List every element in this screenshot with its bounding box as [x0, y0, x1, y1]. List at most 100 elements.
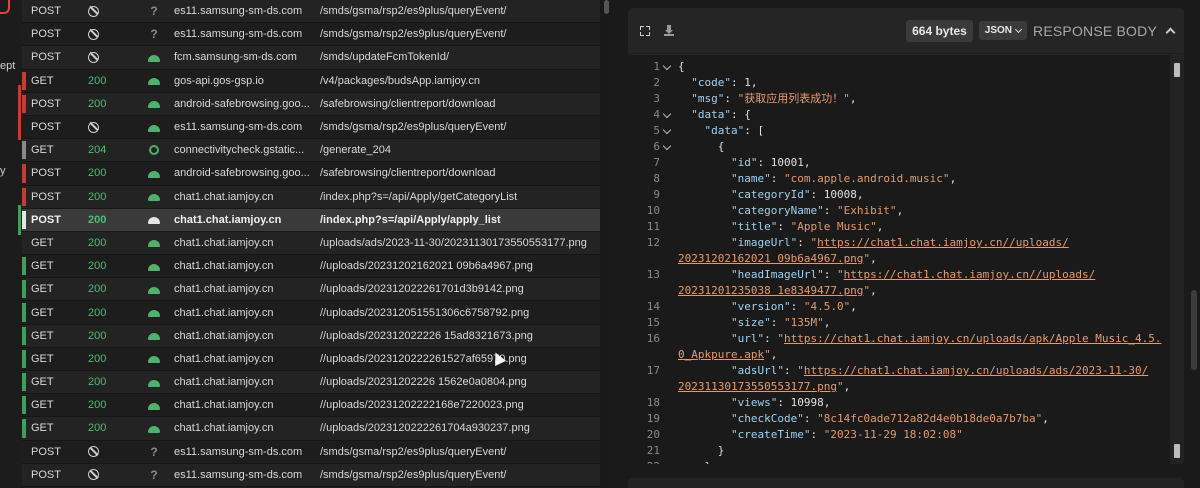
request-path: //uploads/20231202162021 09b6a4967.png	[320, 260, 533, 273]
format-select[interactable]: JSON	[978, 21, 1028, 40]
code-text: 20231130173550553177.png",	[678, 379, 850, 395]
code-scrollbar[interactable]	[1170, 55, 1184, 464]
json-punct	[678, 332, 731, 345]
request-row[interactable]: POST 200 android-safebrowsing.goo... /safeb…	[22, 162, 600, 186]
request-row[interactable]: GET 200 chat1.chat.iamjoy.cn //uploads/2023…	[22, 278, 600, 302]
android-icon	[134, 402, 174, 410]
line-number: 14	[646, 300, 660, 313]
fold-chevron-icon[interactable]	[662, 109, 672, 119]
request-row[interactable]: POST? es11.samsung-sm-ds.com/smds/gsma/rs…	[22, 0, 600, 24]
code-line: 9 "categoryId": 10008,	[628, 187, 1170, 203]
json-link[interactable]: 20231201235038 1e8349477.png	[678, 284, 863, 297]
json-punct: :	[770, 316, 784, 329]
request-row[interactable]: POST es11.samsung-sm-ds.com/smds/gsma/rsp…	[22, 115, 600, 140]
request-row[interactable]: GET 200 chat1.chat.iamjoy.cn //uploads/2023…	[22, 301, 600, 325]
json-punct: ,	[770, 348, 778, 361]
request-row[interactable]: POST 200 chat1.chat.iamjoy.cn/index.php?s=…	[22, 185, 600, 209]
strip-label-1: ept	[0, 60, 16, 72]
row-marker	[22, 164, 26, 183]
request-row[interactable]: GET 200 chat1.chat.iamjoy.cn //uploads/2023…	[22, 394, 600, 418]
code-line: 21 }	[628, 443, 1170, 459]
request-status: 200	[88, 329, 107, 342]
fold-chevron-icon[interactable]	[662, 61, 672, 71]
line-number: 18	[646, 396, 660, 409]
json-key: "id"	[730, 156, 758, 169]
json-punct: : 10008,	[810, 188, 864, 201]
chevron-down-icon	[1014, 25, 1023, 33]
code-text: "adsUrl": "https://chat1.chat.iamjoy.cn/…	[678, 363, 1148, 379]
code-line: 16 "url": "https://chat1.chat.iamjoy.cn/…	[628, 331, 1170, 347]
request-method: GET	[31, 74, 54, 87]
request-row[interactable]: POST? es11.samsung-sm-ds.com/smds/gsma/rs…	[22, 23, 600, 47]
android-icon	[134, 309, 174, 318]
json-punct	[678, 76, 691, 89]
request-path: /smds/gsma/rsp2/es9plus/queryEvent/	[320, 28, 507, 41]
code-scrollbar-thumb[interactable]	[1174, 63, 1180, 77]
request-row[interactable]: GET 200 chat1.chat.iamjoy.cn //uploads/2023…	[22, 417, 600, 441]
request-method: POST	[31, 167, 61, 180]
request-path: /generate_204	[320, 144, 391, 157]
request-host: es11.samsung-sm-ds.com	[174, 121, 303, 134]
request-row[interactable]: GET 200 chat1.chat.iamjoy.cn //uploads/2023…	[22, 255, 600, 279]
request-row[interactable]: POST 200 android-safebrowsing.goo... /safeb…	[22, 92, 600, 116]
request-path: //uploads/2023120222261527af65970.png	[320, 352, 527, 365]
download-icon[interactable]	[664, 25, 674, 36]
request-method: GET	[31, 399, 54, 412]
json-key: "data"	[704, 124, 745, 137]
request-list-scrollbar[interactable]	[600, 0, 613, 488]
fold-chevron-icon[interactable]	[662, 141, 672, 151]
request-status: 200	[88, 352, 107, 365]
response-body-code[interactable]: 1{2 "code": 1, 3 "msg": "获取应用列表成功！", 4 "da…	[628, 55, 1170, 464]
json-link[interactable]: 20231130173550553177.png	[678, 380, 837, 393]
request-row[interactable]: GET 200 chat1.chat.iamjoy.cn //uploads/2023…	[22, 371, 600, 395]
request-row[interactable]: POST? es11.samsung-sm-ds.com/smds/gsma/rs…	[22, 440, 600, 464]
json-punct: :	[790, 300, 804, 313]
request-list[interactable]: POST? es11.samsung-sm-ds.com/smds/gsma/rs…	[22, 0, 600, 488]
request-method: POST	[31, 468, 61, 481]
unknown-client-icon: ?	[150, 4, 158, 19]
code-text: 20231202162021 09b6a4967.png",	[678, 251, 877, 267]
request-row[interactable]: POST fcm.samsung-sm-ds.com/smds/updateFcm…	[22, 46, 600, 70]
request-row[interactable]: GET 200 chat1.chat.iamjoy.cn/uploads/ads/2…	[22, 231, 600, 256]
page-scrollbar[interactable]	[1188, 0, 1200, 488]
row-marker	[22, 280, 26, 299]
json-link[interactable]: 20231202162021 09b6a4967.png	[678, 252, 863, 265]
android-icon	[134, 239, 174, 248]
line-number: 19	[646, 412, 660, 425]
collapse-chevron-up-icon[interactable]	[1165, 27, 1176, 38]
request-method: POST	[31, 5, 61, 18]
request-status: 200	[88, 283, 107, 296]
no-entry-icon	[82, 469, 134, 481]
request-row[interactable]: GET 200 gos-api.gos-gsp.io/v4/packages/bud…	[22, 69, 600, 93]
json-punct	[678, 412, 731, 425]
json-link[interactable]: https://chat1.chat.iamjoy.cn//uploads/	[844, 268, 1096, 281]
scrollbar-thumb[interactable]	[604, 0, 609, 14]
code-line: 19 "checkCode": "8c14fc0ade712a82d4e0b18…	[628, 411, 1170, 427]
request-row[interactable]: GET 200 chat1.chat.iamjoy.cn //uploads/2023…	[22, 324, 600, 348]
json-punct: : [	[744, 124, 765, 137]
request-row[interactable]: GET 204 connectivitycheck.gstatic... /gener…	[22, 139, 600, 163]
json-link[interactable]: 0_Apkpure.apk	[678, 348, 764, 361]
request-host: connectivitycheck.gstatic...	[174, 144, 305, 157]
json-punct	[678, 428, 731, 441]
json-link[interactable]: https://chat1.chat.iamjoy.cn/uploads/apk…	[784, 332, 1162, 345]
json-link[interactable]: https://chat1.chat.iamjoy.cn/uploads/ads…	[804, 364, 1148, 377]
json-key: "version"	[730, 300, 791, 313]
json-punct: : {	[731, 108, 751, 121]
request-row[interactable]: POST 200 chat1.chat.iamjoy.cn/index.php?s=…	[22, 208, 600, 232]
code-text: "url": "https://chat1.chat.iamjoy.cn/upl…	[678, 331, 1162, 347]
request-path: /smds/gsma/rsp2/es9plus/queryEvent/	[320, 121, 507, 134]
code-scrollbar-thumb-bottom[interactable]	[1174, 444, 1180, 458]
chrome-icon	[134, 145, 174, 156]
request-row[interactable]: GET 200 chat1.chat.iamjoy.cn //uploads/2023…	[22, 347, 600, 371]
request-method: GET	[31, 329, 54, 342]
response-size-badge: 664 bytes	[906, 19, 973, 42]
code-line: 20 "createTime": "2023-11-29 18:02:08"	[628, 427, 1170, 443]
request-host: chat1.chat.iamjoy.cn	[174, 260, 274, 273]
page-scrollbar-thumb[interactable]	[1191, 290, 1197, 370]
line-number: 5	[653, 124, 660, 137]
expand-icon[interactable]	[640, 25, 650, 36]
request-row[interactable]: POST? es11.samsung-sm-ds.com/smds/gsma/rs…	[22, 463, 600, 487]
json-link[interactable]: https://chat1.chat.iamjoy.cn//uploads/	[817, 236, 1069, 249]
fold-chevron-icon[interactable]	[662, 125, 672, 135]
